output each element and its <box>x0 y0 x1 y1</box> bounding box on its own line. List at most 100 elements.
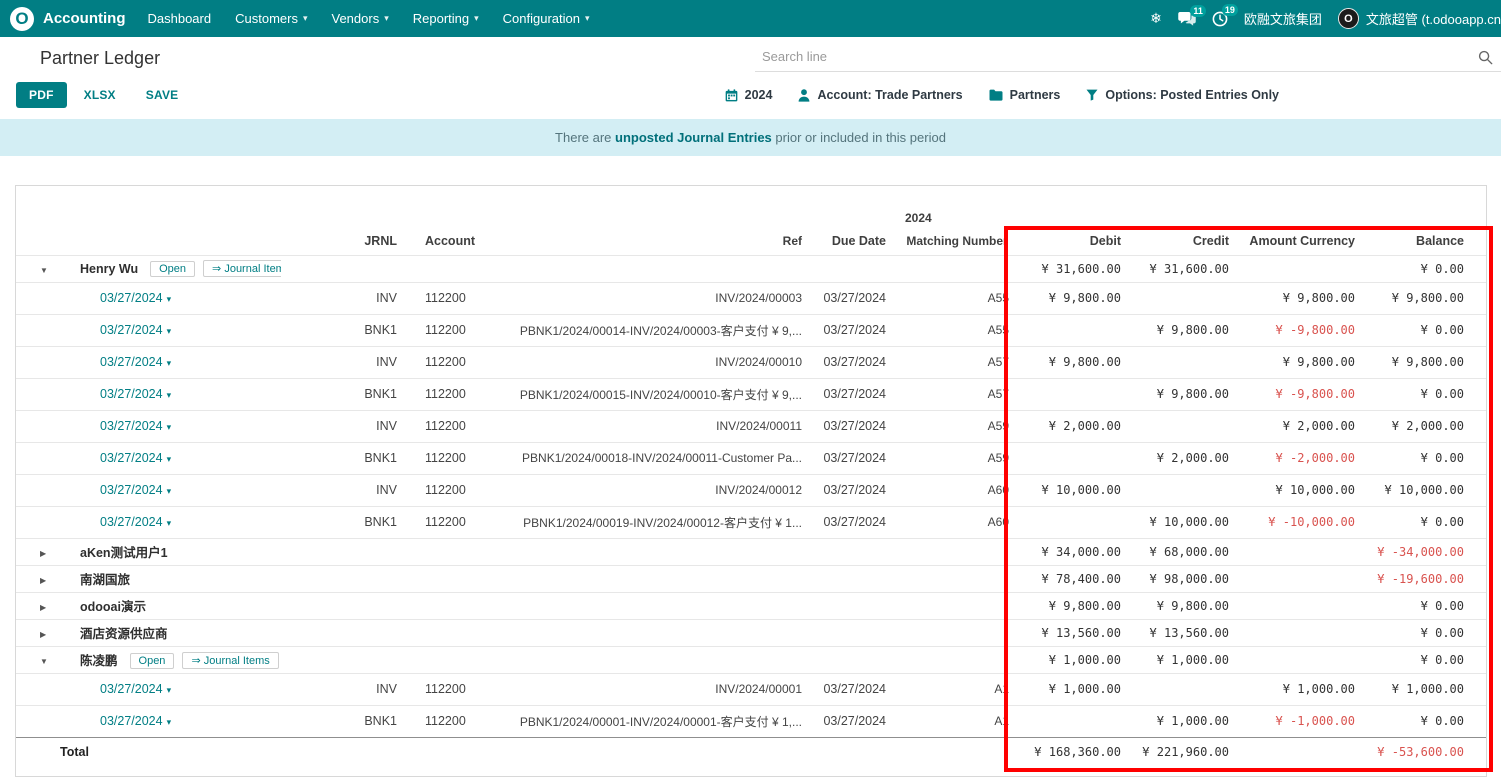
amount-currency-cell: ¥ 9,800.00 <box>1235 346 1365 378</box>
dropdown-caret-icon: ▾ <box>167 685 172 695</box>
search-input[interactable] <box>755 44 1473 69</box>
toggle-cell[interactable]: ▼ <box>16 646 46 673</box>
credit-cell: ¥ 13,560.00 <box>1125 619 1235 646</box>
ref-cell: PBNK1/2024/00014-INV/2024/00003-客户支付 ¥ 9… <box>516 314 816 346</box>
app-switcher[interactable]: Accounting <box>43 10 126 27</box>
facet-account-filter[interactable]: Account: Trade Partners <box>798 88 962 102</box>
debit-cell: ¥ 9,800.00 <box>1013 592 1125 619</box>
amount-currency-cell <box>1235 737 1365 767</box>
credit-cell: ¥ 9,800.00 <box>1125 378 1235 410</box>
balance-cell: ¥ 9,800.00 <box>1365 282 1486 314</box>
menu-reporting[interactable]: Reporting▾ <box>401 0 491 37</box>
amount-currency-cell: ¥ 1,000.00 <box>1235 673 1365 705</box>
facet-partners-filter[interactable]: Partners <box>989 88 1061 102</box>
balance-cell: ¥ 0.00 <box>1365 314 1486 346</box>
open-button[interactable]: Open <box>130 653 175 669</box>
menu-dashboard[interactable]: Dashboard <box>136 0 224 37</box>
partner-label-cell: Henry WuOpen⇒ Journal ItemsReconcile <box>46 255 281 282</box>
jrnl-cell: BNK1 <box>281 705 401 737</box>
credit-cell <box>1125 346 1235 378</box>
ref-cell: INV/2024/00003 <box>516 282 816 314</box>
toggle-cell[interactable]: ▶ <box>16 592 46 619</box>
expand-caret-icon[interactable]: ▼ <box>16 266 48 275</box>
line-date-link[interactable]: 03/27/2024▾ <box>100 419 171 433</box>
debit-cell: ¥ 168,360.00 <box>1013 737 1125 767</box>
partner-row: ▶odooai演示¥ 9,800.00¥ 9,800.00¥ 0.00 <box>16 592 1486 619</box>
line-date-link[interactable]: 03/27/2024▾ <box>100 483 171 497</box>
empty-cell <box>401 255 516 282</box>
line-date-link[interactable]: 03/27/2024▾ <box>100 323 171 337</box>
balance-cell: ¥ 9,800.00 <box>1365 346 1486 378</box>
journal-line-row: 03/27/2024▾BNK1112200PBNK1/2024/00015-IN… <box>16 378 1486 410</box>
menu-configuration[interactable]: Configuration▾ <box>491 0 602 37</box>
ref-cell: PBNK1/2024/00019-INV/2024/00012-客户支付 ¥ 1… <box>516 506 816 538</box>
due-date-cell: 03/27/2024 <box>816 474 901 506</box>
line-date-link[interactable]: 03/27/2024▾ <box>100 355 171 369</box>
xlsx-button[interactable]: XLSX <box>71 82 129 108</box>
pdf-button[interactable]: PDF <box>16 82 67 108</box>
menu-customers[interactable]: Customers▾ <box>223 0 319 37</box>
debug-mode-icon[interactable]: ❄ <box>1150 10 1162 27</box>
jrnl-cell: INV <box>281 474 401 506</box>
journal-items-button[interactable]: ⇒ Journal Items <box>182 652 278 669</box>
menu-reporting-label: Reporting <box>413 11 469 26</box>
jrnl-cell: BNK1 <box>281 314 401 346</box>
odoo-logo[interactable]: O <box>10 7 34 31</box>
journal-line-row: 03/27/2024▾BNK1112200PBNK1/2024/00001-IN… <box>16 705 1486 737</box>
empty-cell <box>816 592 901 619</box>
toggle-cell[interactable]: ▶ <box>16 619 46 646</box>
due-date-cell: 03/27/2024 <box>816 673 901 705</box>
empty-cell <box>516 565 816 592</box>
dropdown-caret-icon: ▾ <box>167 390 172 400</box>
expand-caret-icon[interactable]: ▼ <box>16 657 48 666</box>
due-date-cell: 03/27/2024 <box>816 346 901 378</box>
expand-caret-icon[interactable]: ▶ <box>16 630 46 639</box>
line-date-link[interactable]: 03/27/2024▾ <box>100 714 171 728</box>
open-button[interactable]: Open <box>150 261 195 277</box>
facet-options-filter[interactable]: Options: Posted Entries Only <box>1086 88 1279 102</box>
toggle-cell <box>16 314 46 346</box>
line-date-link[interactable]: 03/27/2024▾ <box>100 387 171 401</box>
due-date-cell: 03/27/2024 <box>816 314 901 346</box>
dropdown-caret-icon: ▾ <box>167 486 172 496</box>
user-menu[interactable]: O 文旅超管 (t.odooapp.cn <box>1338 8 1501 29</box>
balance-cell: ¥ 0.00 <box>1365 255 1486 282</box>
messages-badge: 11 <box>1190 5 1206 17</box>
messages-icon[interactable]: 11 <box>1178 12 1196 26</box>
line-date-link[interactable]: 03/27/2024▾ <box>100 451 171 465</box>
expand-caret-icon[interactable]: ▶ <box>16 603 46 612</box>
dropdown-caret-icon: ▾ <box>167 294 172 304</box>
debit-cell <box>1013 705 1125 737</box>
toggle-cell[interactable]: ▶ <box>16 565 46 592</box>
toggle-cell[interactable]: ▼ <box>16 255 46 282</box>
menu-vendors[interactable]: Vendors▾ <box>320 0 401 37</box>
line-date-link[interactable]: 03/27/2024▾ <box>100 291 171 305</box>
empty-cell <box>516 538 816 565</box>
search-icon[interactable] <box>1478 50 1493 65</box>
page-title: Partner Ledger <box>40 48 160 69</box>
debit-cell <box>1013 378 1125 410</box>
amount-currency-cell <box>1235 646 1365 673</box>
journal-items-button[interactable]: ⇒ Journal Items <box>203 260 281 277</box>
balance-cell: ¥ 0.00 <box>1365 705 1486 737</box>
toggle-cell[interactable]: ▶ <box>16 538 46 565</box>
empty-cell <box>901 538 1013 565</box>
menu-dashboard-label: Dashboard <box>148 11 212 26</box>
balance-cell: ¥ 0.00 <box>1365 619 1486 646</box>
empty-cell <box>516 646 816 673</box>
line-date-link[interactable]: 03/27/2024▾ <box>100 682 171 696</box>
save-button[interactable]: SAVE <box>133 82 192 108</box>
account-cell: 112200 <box>401 442 516 474</box>
facet-date-filter[interactable]: 2024 <box>725 88 773 102</box>
activities-clock-icon[interactable]: 19 <box>1212 11 1228 27</box>
debit-cell: ¥ 10,000.00 <box>1013 474 1125 506</box>
unposted-entries-link[interactable]: unposted Journal Entries <box>615 130 772 145</box>
expand-caret-icon[interactable]: ▶ <box>16 576 46 585</box>
col-header-ref: Ref <box>516 228 816 255</box>
toggle-cell <box>16 474 46 506</box>
company-switcher[interactable]: 欧融文旅集团 <box>1244 9 1322 28</box>
line-date-link[interactable]: 03/27/2024▾ <box>100 515 171 529</box>
balance-cell: ¥ 10,000.00 <box>1365 474 1486 506</box>
account-cell: 112200 <box>401 673 516 705</box>
expand-caret-icon[interactable]: ▶ <box>16 549 46 558</box>
